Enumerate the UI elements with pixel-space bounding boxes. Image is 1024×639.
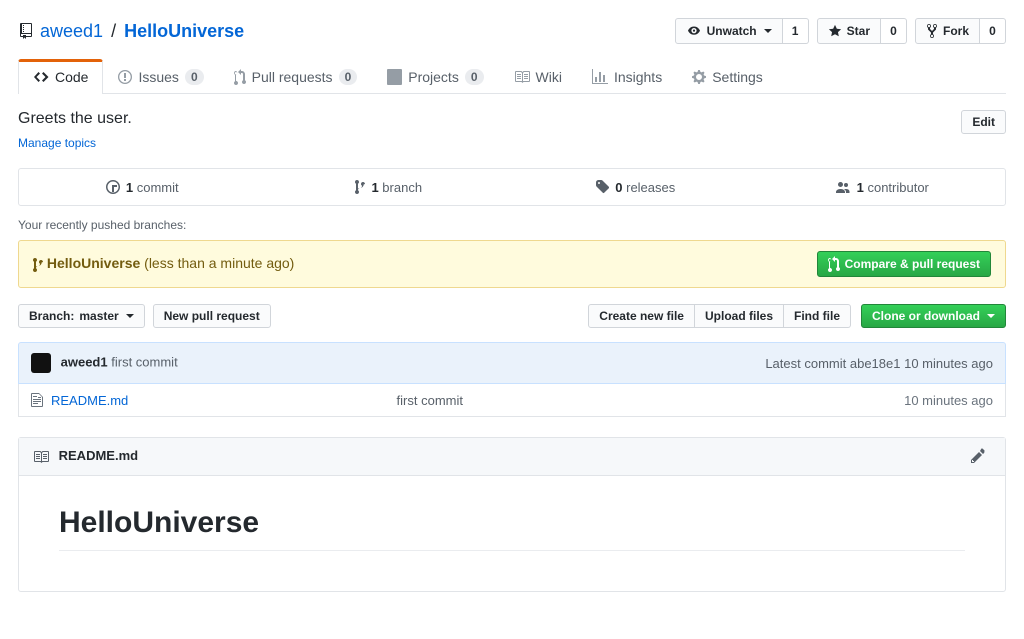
- latest-commit-bar: aweed1 first commit Latest commit abe18e…: [18, 342, 1006, 384]
- caret-down-icon: [126, 314, 134, 318]
- commit-author[interactable]: aweed1: [61, 354, 108, 369]
- tab-issues[interactable]: Issues 0: [103, 59, 218, 94]
- issues-count: 0: [185, 69, 204, 85]
- compare-pull-request-button[interactable]: Compare & pull request: [817, 251, 991, 277]
- stat-commits[interactable]: 1 commit: [19, 169, 266, 205]
- tab-pulls-label: Pull requests: [252, 69, 333, 85]
- git-pull-icon: [234, 69, 246, 85]
- owner-link[interactable]: aweed1: [40, 21, 103, 42]
- readme-title: README.md: [59, 448, 138, 463]
- tab-issues-label: Issues: [138, 69, 178, 85]
- fork-icon: [926, 23, 938, 39]
- tag-icon: [595, 179, 609, 195]
- fork-button[interactable]: Fork: [915, 18, 980, 44]
- new-pull-request-button[interactable]: New pull request: [153, 304, 271, 328]
- file-commit-message[interactable]: first commit: [397, 393, 905, 408]
- tab-settings[interactable]: Settings: [677, 59, 778, 94]
- fork-label: Fork: [943, 24, 969, 38]
- readme-box: README.md HelloUniverse: [18, 437, 1006, 592]
- avatar[interactable]: [31, 353, 51, 373]
- star-label: Star: [847, 24, 870, 38]
- book-icon: [33, 449, 49, 465]
- branch-current: master: [79, 309, 118, 323]
- file-icon: [31, 392, 43, 408]
- stat-branches[interactable]: 1 branch: [266, 169, 513, 205]
- pulls-count: 0: [339, 69, 358, 85]
- repo-description: Greets the user.: [18, 110, 132, 128]
- file-name-link[interactable]: README.md: [51, 393, 128, 408]
- repo-tabs: Code Issues 0 Pull requests 0 Projects 0…: [18, 58, 1006, 94]
- recent-pushed-heading: Your recently pushed branches:: [18, 218, 1006, 232]
- code-icon: [33, 69, 49, 85]
- path-separator: /: [111, 21, 116, 42]
- file-row: README.md first commit 10 minutes ago: [18, 384, 1006, 417]
- commit-sha[interactable]: abe18e1: [850, 356, 901, 371]
- pencil-icon[interactable]: [971, 448, 985, 464]
- projects-count: 0: [465, 69, 484, 85]
- find-file-button[interactable]: Find file: [784, 304, 851, 328]
- history-icon: [106, 179, 120, 195]
- repo-stats: 1 commit 1 branch 0 releases 1 contribut…: [18, 168, 1006, 206]
- tab-wiki-label: Wiki: [536, 69, 562, 85]
- tab-insights-label: Insights: [614, 69, 662, 85]
- commit-time: 10 minutes ago: [900, 356, 993, 371]
- clone-label: Clone or download: [872, 309, 980, 323]
- pushed-branch-name: HelloUniverse: [47, 255, 140, 271]
- graph-icon: [592, 69, 608, 85]
- branch-prefix: Branch:: [29, 309, 74, 323]
- upload-files-button[interactable]: Upload files: [695, 304, 784, 328]
- repo-title: aweed1 / HelloUniverse: [18, 21, 244, 42]
- stat-contributors[interactable]: 1 contributor: [759, 169, 1006, 205]
- commit-message[interactable]: first commit: [111, 354, 177, 369]
- tab-projects[interactable]: Projects 0: [372, 59, 498, 94]
- caret-down-icon: [764, 29, 772, 33]
- branch-selector[interactable]: Branch: master: [18, 304, 145, 328]
- readme-heading: HelloUniverse: [59, 506, 965, 551]
- eye-icon: [686, 25, 702, 37]
- create-new-file-button[interactable]: Create new file: [588, 304, 695, 328]
- star-icon: [828, 24, 842, 38]
- star-button[interactable]: Star: [817, 18, 881, 44]
- latest-commit-prefix: Latest commit: [765, 356, 850, 371]
- tab-settings-label: Settings: [712, 69, 763, 85]
- issue-icon: [118, 69, 132, 85]
- tab-wiki[interactable]: Wiki: [499, 59, 577, 94]
- edit-button[interactable]: Edit: [961, 110, 1006, 134]
- book-icon: [514, 69, 530, 85]
- star-count[interactable]: 0: [881, 18, 907, 44]
- project-icon: [387, 69, 402, 85]
- clone-download-button[interactable]: Clone or download: [861, 304, 1006, 328]
- pushed-branch-time: (less than a minute ago): [144, 255, 294, 271]
- tab-code-label: Code: [55, 69, 88, 85]
- watch-count[interactable]: 1: [783, 18, 809, 44]
- git-pull-icon: [828, 256, 840, 272]
- repo-link[interactable]: HelloUniverse: [124, 21, 244, 42]
- file-time: 10 minutes ago: [904, 393, 993, 408]
- fork-count[interactable]: 0: [980, 18, 1006, 44]
- branch-icon: [33, 257, 43, 273]
- manage-topics-link[interactable]: Manage topics: [18, 136, 96, 150]
- recent-pushed-flash: HelloUniverse (less than a minute ago) C…: [18, 240, 1006, 288]
- unwatch-button[interactable]: Unwatch: [675, 18, 783, 44]
- repo-icon: [18, 23, 34, 39]
- tab-pulls[interactable]: Pull requests 0: [219, 59, 373, 94]
- tab-projects-label: Projects: [408, 69, 459, 85]
- tab-insights[interactable]: Insights: [577, 59, 677, 94]
- branch-icon: [355, 179, 365, 195]
- caret-down-icon: [987, 314, 995, 318]
- stat-releases[interactable]: 0 releases: [512, 169, 759, 205]
- unwatch-label: Unwatch: [707, 24, 757, 38]
- compare-label: Compare & pull request: [845, 257, 980, 271]
- gear-icon: [692, 69, 706, 85]
- people-icon: [835, 179, 851, 195]
- tab-code[interactable]: Code: [18, 59, 103, 94]
